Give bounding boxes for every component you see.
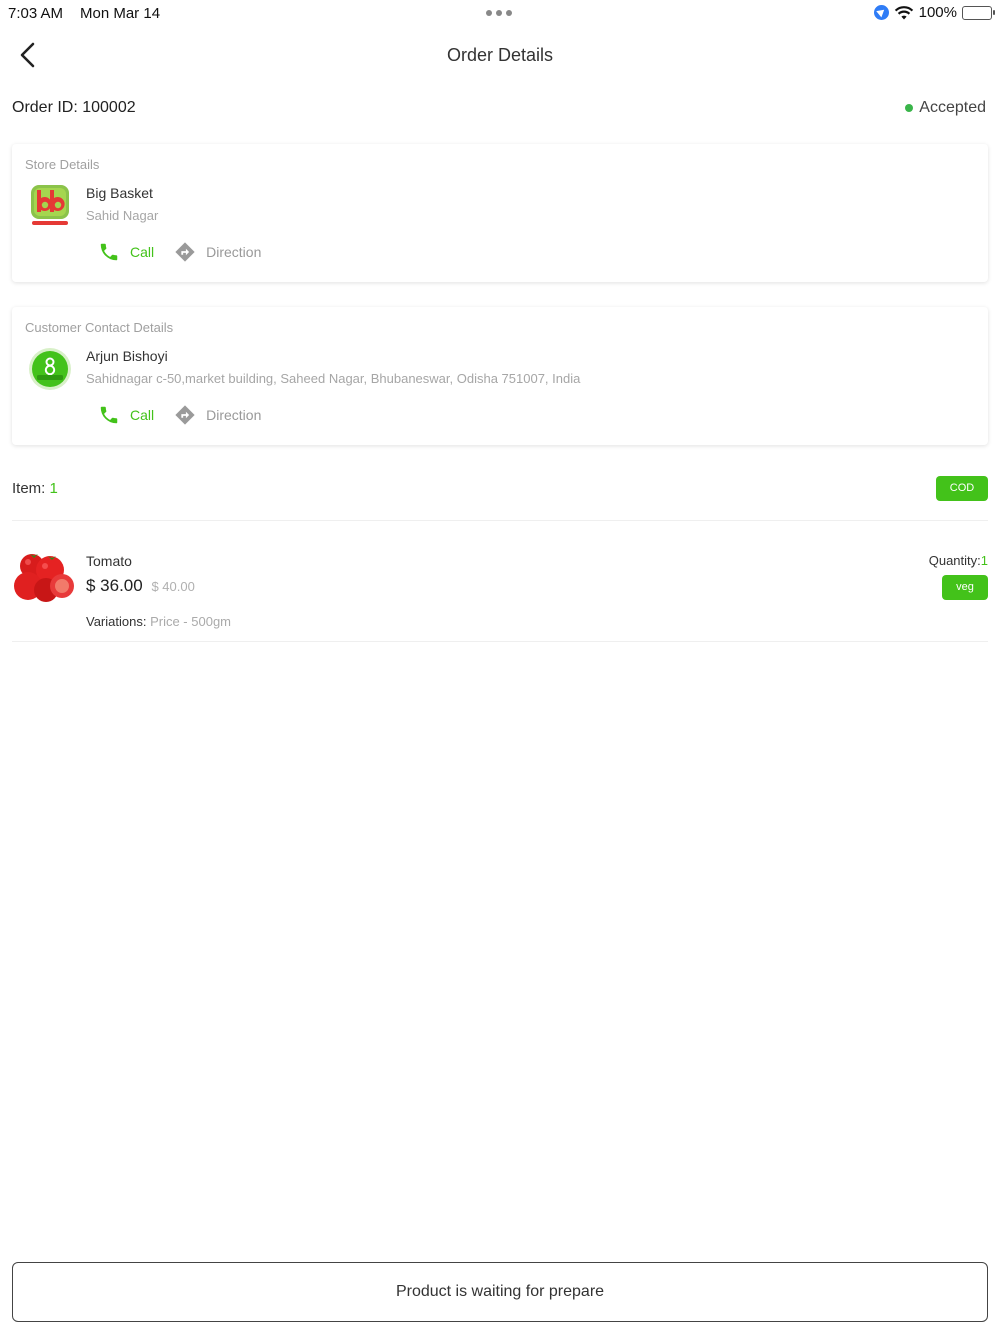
variations-label: Variations: (86, 614, 151, 629)
customer-actions: Call Direction (98, 404, 261, 426)
product-quantity: Quantity:1 (929, 553, 988, 568)
variations-value: Price - 500gm (150, 614, 231, 629)
phone-icon (100, 243, 118, 261)
store-direction-label: Direction (206, 244, 262, 260)
customer-name: Arjun Bishoyi (86, 348, 168, 364)
quantity-label: Quantity: (928, 553, 981, 568)
list-item: Tomato $ 36.00 $ 40.00 Variations: Price… (12, 540, 988, 640)
customer-call-button[interactable]: Call (98, 404, 154, 426)
status-dot-icon (905, 104, 914, 112)
divider (12, 520, 988, 521)
order-status-button[interactable]: Product is waiting for prepare (12, 1262, 988, 1322)
battery-icon (962, 5, 995, 20)
store-name: Big Basket (86, 185, 153, 201)
customer-direction-label: Direction (206, 407, 262, 423)
status-date: Mon Mar 14 (80, 5, 161, 22)
direction-icon (175, 405, 195, 425)
store-details-card: Store Details Big Basket Sahid Nagar Cal… (12, 144, 988, 282)
store-call-label: Call (130, 244, 155, 260)
customer-address: Sahidnagar c-50,market building, Saheed … (86, 371, 581, 386)
store-direction-button[interactable]: Direction (174, 241, 261, 263)
battery-percent: 100% (918, 4, 957, 21)
items-row: Item: 1 COD (12, 476, 988, 502)
store-call-button[interactable]: Call (98, 241, 154, 263)
direction-icon (175, 242, 195, 262)
order-details-screen: 7:03 AM Mon Mar 14 100% Order Details Or… (0, 0, 1000, 1334)
status-time: 7:03 AM (8, 5, 64, 22)
items-label: Item: 1 (12, 480, 58, 497)
quantity-value: 1 (980, 553, 988, 568)
bigbasket-logo-icon (31, 185, 69, 225)
customer-direction-button[interactable]: Direction (174, 404, 261, 426)
status-indicators: 100% (873, 4, 995, 21)
navigation-bar: Order Details (0, 28, 1000, 84)
items-count: 1 (49, 480, 58, 497)
store-actions: Call Direction (98, 241, 261, 263)
customer-avatar-icon (29, 348, 71, 390)
product-name: Tomato (86, 553, 132, 569)
location-icon (873, 5, 889, 20)
order-summary-row: Order ID: 100002 Accepted (12, 96, 986, 120)
page-title: Order Details (446, 45, 554, 65)
wifi-icon (894, 5, 913, 19)
product-variations: Variations: Price - 500gm (86, 614, 231, 629)
order-status-label: Accepted (919, 99, 986, 116)
items-label-text: Item: (12, 480, 50, 497)
store-section-label: Store Details (25, 157, 100, 172)
customer-section-label: Customer Contact Details (25, 320, 174, 335)
phone-icon (100, 406, 118, 424)
product-current-price: $ 36.00 (86, 576, 143, 595)
order-status: Accepted (905, 99, 986, 117)
store-address: Sahid Nagar (86, 208, 159, 223)
veg-badge: veg (942, 575, 988, 600)
order-id: Order ID: 100002 (12, 99, 136, 116)
status-bar: 7:03 AM Mon Mar 14 100% (0, 0, 1000, 28)
tomato-image (14, 554, 74, 602)
customer-call-label: Call (130, 407, 155, 423)
product-price: $ 36.00 $ 40.00 (86, 576, 195, 596)
multitasking-dots-icon[interactable] (486, 10, 512, 16)
customer-details-card: Customer Contact Details Arjun Bishoyi S… (12, 307, 988, 445)
product-original-price: $ 40.00 (151, 579, 195, 594)
divider (12, 641, 988, 642)
payment-method-badge: COD (936, 476, 988, 501)
